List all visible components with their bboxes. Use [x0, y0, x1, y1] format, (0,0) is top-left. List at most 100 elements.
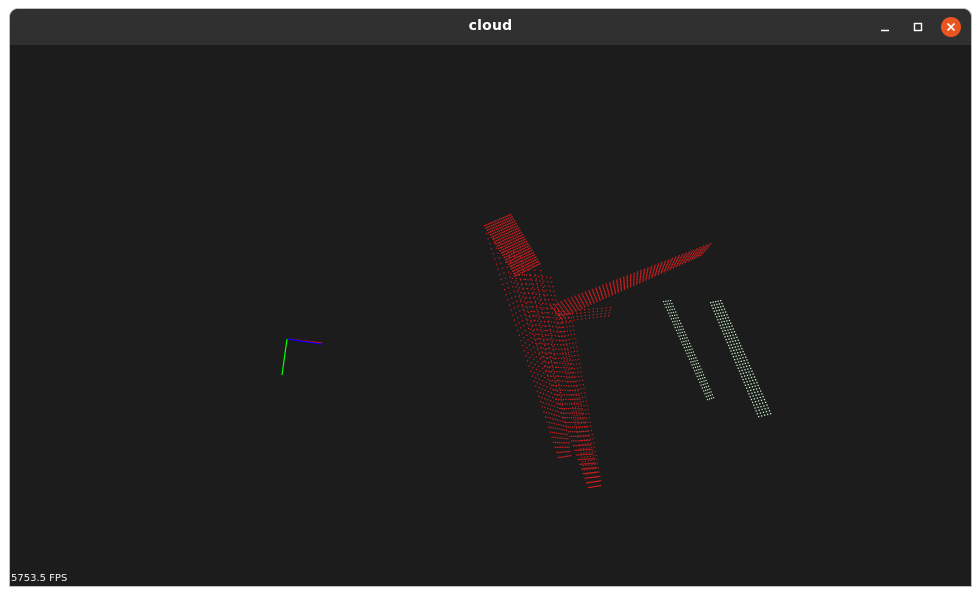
- cloud-point: [669, 268, 671, 270]
- cloud-point: [747, 384, 749, 386]
- cloud-point: [556, 362, 558, 364]
- cloud-point: [525, 266, 527, 269]
- cloud-point: [649, 273, 651, 275]
- cloud-point: [521, 283, 523, 285]
- cloud-point: [516, 247, 518, 250]
- cloud-point: [510, 222, 512, 224]
- cloud-point: [574, 399, 576, 401]
- cloud-point: [557, 327, 559, 329]
- cloud-point: [600, 485, 602, 487]
- cloud-point: [595, 454, 597, 456]
- title-bar[interactable]: cloud: [10, 9, 971, 45]
- cloud-point: [694, 360, 696, 362]
- cloud-point: [697, 372, 699, 374]
- cloud-point: [554, 446, 556, 448]
- cloud-point: [558, 383, 560, 385]
- cloud-point: [725, 311, 727, 313]
- cloud-point: [506, 226, 508, 229]
- cloud-point: [626, 281, 628, 283]
- cloud-point: [642, 277, 644, 279]
- cloud-point: [528, 311, 530, 314]
- cloud-point: [492, 253, 494, 255]
- cloud-point: [696, 248, 698, 250]
- cloud-point: [514, 273, 516, 275]
- cloud-point: [687, 339, 689, 342]
- cloud-point: [580, 405, 582, 407]
- cloud-point: [636, 283, 638, 285]
- cloud-point: [547, 343, 549, 345]
- cloud-point: [552, 409, 554, 411]
- maximize-button[interactable]: [908, 17, 928, 37]
- cloud-point: [734, 352, 736, 354]
- cloud-point: [664, 303, 666, 306]
- cloud-point: [524, 278, 527, 280]
- point-cloud-viewport[interactable]: 5753.5 FPS: [10, 45, 971, 586]
- cloud-point: [705, 379, 707, 382]
- cloud-point: [523, 247, 525, 250]
- cloud-point: [559, 456, 561, 458]
- cloud-point: [721, 302, 723, 305]
- cloud-point: [513, 319, 515, 321]
- cloud-point: [517, 267, 519, 270]
- cloud-point: [659, 267, 661, 270]
- cloud-point: [683, 255, 686, 257]
- cloud-point: [521, 271, 524, 273]
- cloud-point: [541, 289, 543, 291]
- cloud-point: [668, 303, 671, 305]
- cloud-point: [696, 254, 698, 256]
- cloud-point: [588, 430, 590, 432]
- cloud-point: [558, 303, 560, 306]
- cloud-point: [593, 462, 595, 464]
- cloud-point: [512, 286, 514, 288]
- cloud-point: [586, 294, 588, 296]
- cloud-point: [657, 263, 660, 265]
- cloud-point: [548, 325, 550, 327]
- cloud-point: [697, 378, 700, 380]
- application-window: cloud 5753.5 FPS: [10, 9, 971, 586]
- cloud-point: [570, 398, 572, 400]
- cloud-point: [607, 289, 609, 291]
- cloud-point: [596, 485, 598, 487]
- cloud-point: [566, 326, 568, 328]
- cloud-point: [560, 433, 562, 435]
- cloud-point: [563, 305, 565, 307]
- cloud-point: [718, 309, 720, 311]
- cloud-point: [575, 431, 577, 433]
- cloud-point: [497, 236, 500, 238]
- cloud-point: [538, 275, 540, 277]
- cloud-point: [539, 299, 541, 302]
- cloud-point: [520, 231, 522, 234]
- cloud-point: [557, 403, 559, 405]
- cloud-point: [708, 391, 710, 394]
- cloud-point: [606, 284, 608, 287]
- cloud-point: [726, 314, 728, 316]
- cloud-point: [505, 241, 508, 243]
- cloud-point: [691, 364, 693, 366]
- cloud-point: [577, 354, 579, 356]
- cloud-point: [558, 348, 560, 350]
- cloud-point: [555, 362, 557, 364]
- cloud-point: [563, 367, 565, 369]
- cloud-point: [503, 219, 506, 221]
- cloud-point: [505, 233, 507, 235]
- minimize-button[interactable]: [875, 17, 895, 37]
- cloud-point: [729, 328, 732, 331]
- cloud-point: [560, 366, 562, 369]
- cloud-point: [732, 340, 734, 342]
- cloud-point: [538, 395, 540, 398]
- cloud-point: [734, 346, 736, 348]
- cloud-point: [605, 295, 607, 297]
- cloud-point: [561, 400, 563, 402]
- cloud-point: [571, 389, 573, 391]
- close-button[interactable]: [941, 17, 961, 37]
- cloud-point: [519, 237, 521, 240]
- cloud-point: [515, 280, 517, 282]
- cloud-point: [590, 442, 592, 444]
- cloud-point: [573, 415, 575, 417]
- cloud-point: [565, 438, 567, 440]
- cloud-point: [686, 337, 688, 339]
- cloud-point: [555, 299, 557, 301]
- cloud-point: [620, 290, 623, 292]
- cloud-point: [707, 385, 710, 387]
- cloud-point: [531, 301, 533, 304]
